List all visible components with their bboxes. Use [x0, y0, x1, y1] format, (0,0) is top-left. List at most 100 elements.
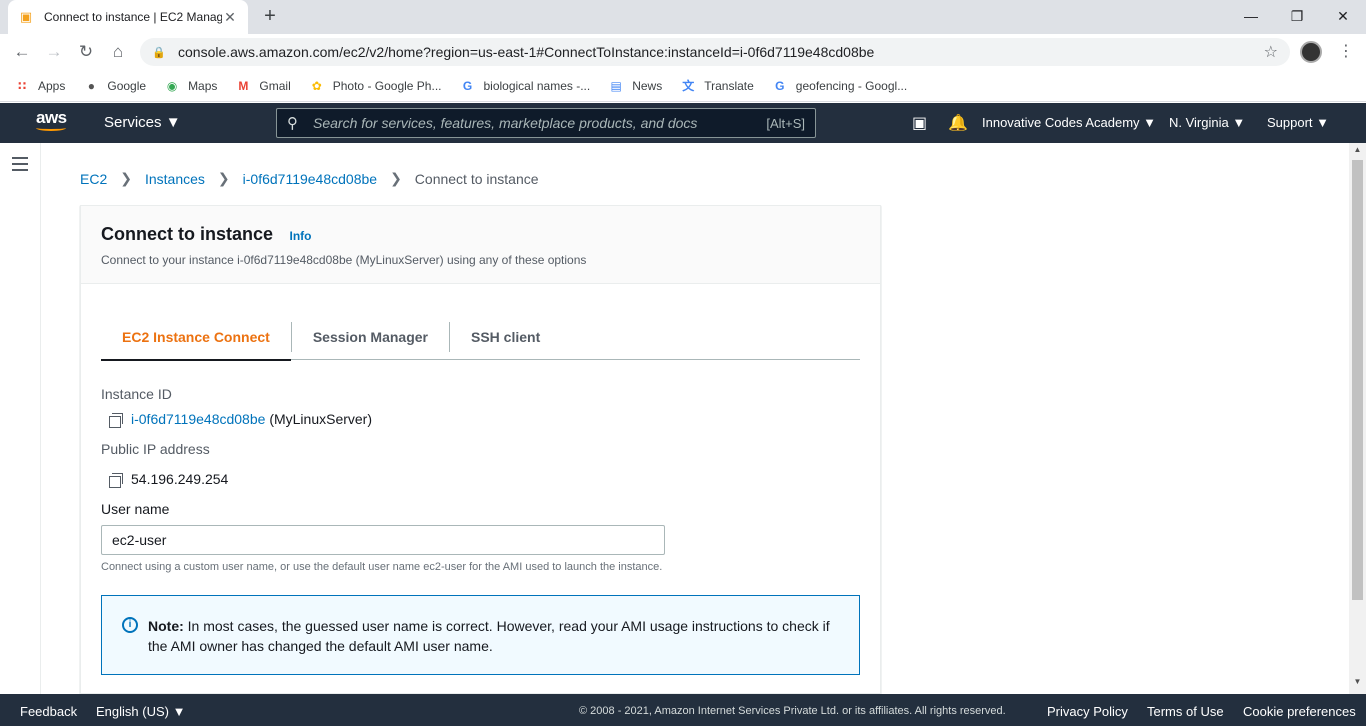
caret-down-icon: ▼ — [1232, 115, 1246, 130]
google-g-icon: G — [462, 78, 473, 93]
hamburger-menu-icon[interactable] — [12, 157, 28, 175]
cookie-preferences-link[interactable]: Cookie preferences — [1243, 704, 1356, 719]
browser-tab[interactable]: ▣ Connect to instance | EC2 Manag ✕ — [8, 0, 248, 34]
instance-id-link[interactable]: i-0f6d7119e48cd08be — [131, 411, 265, 427]
maps-pin-icon: ◉ — [166, 78, 178, 93]
username-input[interactable]: ec2-user — [101, 525, 665, 555]
caret-down-icon: ▼ — [1316, 115, 1330, 130]
instance-id-label: Instance ID — [101, 386, 172, 402]
browser-menu-icon[interactable]: ⋮ — [1336, 40, 1356, 64]
copy-icon[interactable] — [109, 473, 123, 488]
bookmark-news[interactable]: ▤ News — [608, 78, 663, 94]
panel-header: Connect to instance Info Connect to your… — [81, 206, 880, 284]
breadcrumb-current: Connect to instance — [414, 170, 539, 187]
copy-icon[interactable] — [109, 413, 123, 428]
connect-panel: Connect to instance Info Connect to your… — [80, 205, 881, 694]
scrollbar-thumb[interactable] — [1352, 160, 1363, 600]
search-input[interactable]: ⚲ Search for services, features, marketp… — [276, 108, 816, 138]
info-alert: i Note: In most cases, the guessed user … — [101, 595, 860, 675]
region-menu[interactable]: N. Virginia ▼ — [1169, 115, 1245, 130]
page-scrollbar[interactable]: ▲ ▼ — [1349, 143, 1366, 694]
tab-session-manager[interactable]: Session Manager — [292, 314, 449, 360]
note-text: In most cases, the guessed user name is … — [148, 618, 830, 654]
apps-grid-icon: ∷ — [17, 78, 27, 93]
note-label: Note: — [148, 618, 184, 634]
tab-ec2-instance-connect[interactable]: EC2 Instance Connect — [101, 314, 291, 361]
google-g-icon: G — [775, 78, 785, 93]
bookmark-google[interactable]: ● Google — [83, 78, 146, 94]
instance-name: (MyLinuxServer) — [269, 411, 373, 427]
caret-down-icon: ▼ — [1143, 115, 1157, 130]
back-icon[interactable]: ← — [10, 40, 34, 64]
breadcrumb-ec2[interactable]: EC2 — [80, 171, 107, 187]
chevron-right-icon: ❯ — [217, 170, 230, 186]
public-ip-value: 54.196.249.254 — [131, 471, 229, 487]
bookmark-photos[interactable]: ✿ Photo - Google Ph... — [309, 78, 442, 94]
bookmark-geofencing[interactable]: Ggeofencing - Googl... — [772, 78, 907, 94]
aws-top-nav: aws Services ▼ ⚲ Search for services, fe… — [0, 103, 1366, 143]
side-nav-rail — [0, 143, 41, 694]
photos-pinwheel-icon: ✿ — [311, 78, 322, 93]
forward-icon[interactable]: → — [42, 40, 66, 64]
bookmark-translate[interactable]: 文 Translate — [680, 78, 754, 94]
globe-icon: ● — [87, 78, 95, 93]
aws-logo[interactable]: aws — [36, 109, 70, 137]
panel-description: Connect to your instance i-0f6d7119e48cd… — [101, 253, 587, 267]
scroll-up-arrow-icon[interactable]: ▲ — [1349, 145, 1366, 160]
home-icon[interactable]: ⌂ — [106, 40, 130, 64]
breadcrumb: EC2 ❯ Instances ❯ i-0f6d7119e48cd08be ❯ … — [80, 170, 539, 187]
account-menu[interactable]: Innovative Codes Academy ▼ — [982, 115, 1156, 130]
news-icon: ▤ — [610, 78, 622, 93]
url-text[interactable]: console.aws.amazon.com/ec2/v2/home?regio… — [178, 44, 1264, 60]
window-controls: — ❐ ✕ — [1228, 0, 1366, 34]
bookmarks-bar: ∷ Apps ● Google ◉ Maps M Gmail ✿ Photo - Goog… — [0, 70, 1366, 102]
aws-cube-icon: ▣ — [19, 9, 33, 24]
chevron-right-icon: ❯ — [390, 170, 402, 186]
tab-ssh-client[interactable]: SSH client — [450, 314, 561, 360]
caret-down-icon: ▼ — [172, 704, 186, 719]
address-bar[interactable]: 🔒 console.aws.amazon.com/ec2/v2/home?reg… — [140, 38, 1290, 66]
services-menu[interactable]: Services ▼ — [104, 114, 181, 131]
instance-id-value: i-0f6d7119e48cd08be (MyLinuxServer) — [131, 411, 372, 427]
browser-tab-strip: ▣ Connect to instance | EC2 Manag ✕ + — … — [0, 0, 1366, 34]
connect-method-tabs: EC2 Instance Connect Session Manager SSH… — [101, 314, 860, 361]
reload-icon[interactable]: ↻ — [74, 40, 98, 64]
profile-avatar[interactable] — [1300, 41, 1322, 63]
browser-toolbar: ← → ↻ ⌂ 🔒 console.aws.amazon.com/ec2/v2/… — [0, 34, 1366, 70]
terms-of-use-link[interactable]: Terms of Use — [1147, 704, 1224, 719]
bookmark-apps[interactable]: ∷ Apps — [14, 78, 66, 94]
breadcrumb-instances[interactable]: Instances — [145, 171, 205, 187]
copyright-text: © 2008 - 2021, Amazon Internet Services … — [579, 705, 1006, 717]
username-hint: Connect using a custom user name, or use… — [101, 561, 663, 573]
restore-icon[interactable]: ❐ — [1274, 0, 1320, 32]
gmail-icon: M — [238, 78, 249, 93]
breadcrumb-instance-id[interactable]: i-0f6d7119e48cd08be — [243, 171, 377, 187]
info-link[interactable]: Info — [289, 229, 311, 243]
translate-icon: 文 — [682, 78, 695, 93]
close-tab-icon[interactable]: ✕ — [222, 9, 238, 26]
tab-title: Connect to instance | EC2 Manag — [44, 10, 222, 24]
public-ip-label: Public IP address — [101, 441, 210, 457]
bookmark-maps[interactable]: ◉ Maps — [164, 78, 218, 94]
feedback-link[interactable]: Feedback — [20, 704, 77, 719]
language-selector[interactable]: English (US) ▼ — [96, 704, 185, 719]
console-footer: Feedback English (US) ▼ © 2008 - 2021, A… — [0, 694, 1366, 726]
page-title: Connect to instance — [101, 224, 274, 244]
search-icon: ⚲ — [287, 115, 298, 132]
bookmark-gmail[interactable]: M Gmail — [235, 78, 290, 94]
scroll-down-arrow-icon[interactable]: ▼ — [1349, 677, 1366, 692]
cloudshell-icon[interactable]: ▣ — [912, 113, 927, 133]
info-circle-icon: i — [122, 617, 138, 633]
bookmark-biological-names[interactable]: Gbiological names -... — [459, 78, 590, 94]
bookmark-star-icon[interactable]: ☆ — [1264, 42, 1278, 62]
privacy-policy-link[interactable]: Privacy Policy — [1047, 704, 1128, 719]
chevron-right-icon: ❯ — [120, 170, 132, 186]
username-label: User name — [101, 501, 170, 517]
close-window-icon[interactable]: ✕ — [1320, 0, 1366, 32]
caret-down-icon: ▼ — [165, 114, 181, 131]
notifications-bell-icon[interactable]: 🔔 — [948, 113, 968, 133]
minimize-icon[interactable]: — — [1228, 0, 1274, 32]
lock-icon[interactable]: 🔒 — [152, 46, 168, 59]
new-tab-icon[interactable]: + — [258, 4, 282, 28]
support-menu[interactable]: Support ▼ — [1267, 115, 1329, 130]
